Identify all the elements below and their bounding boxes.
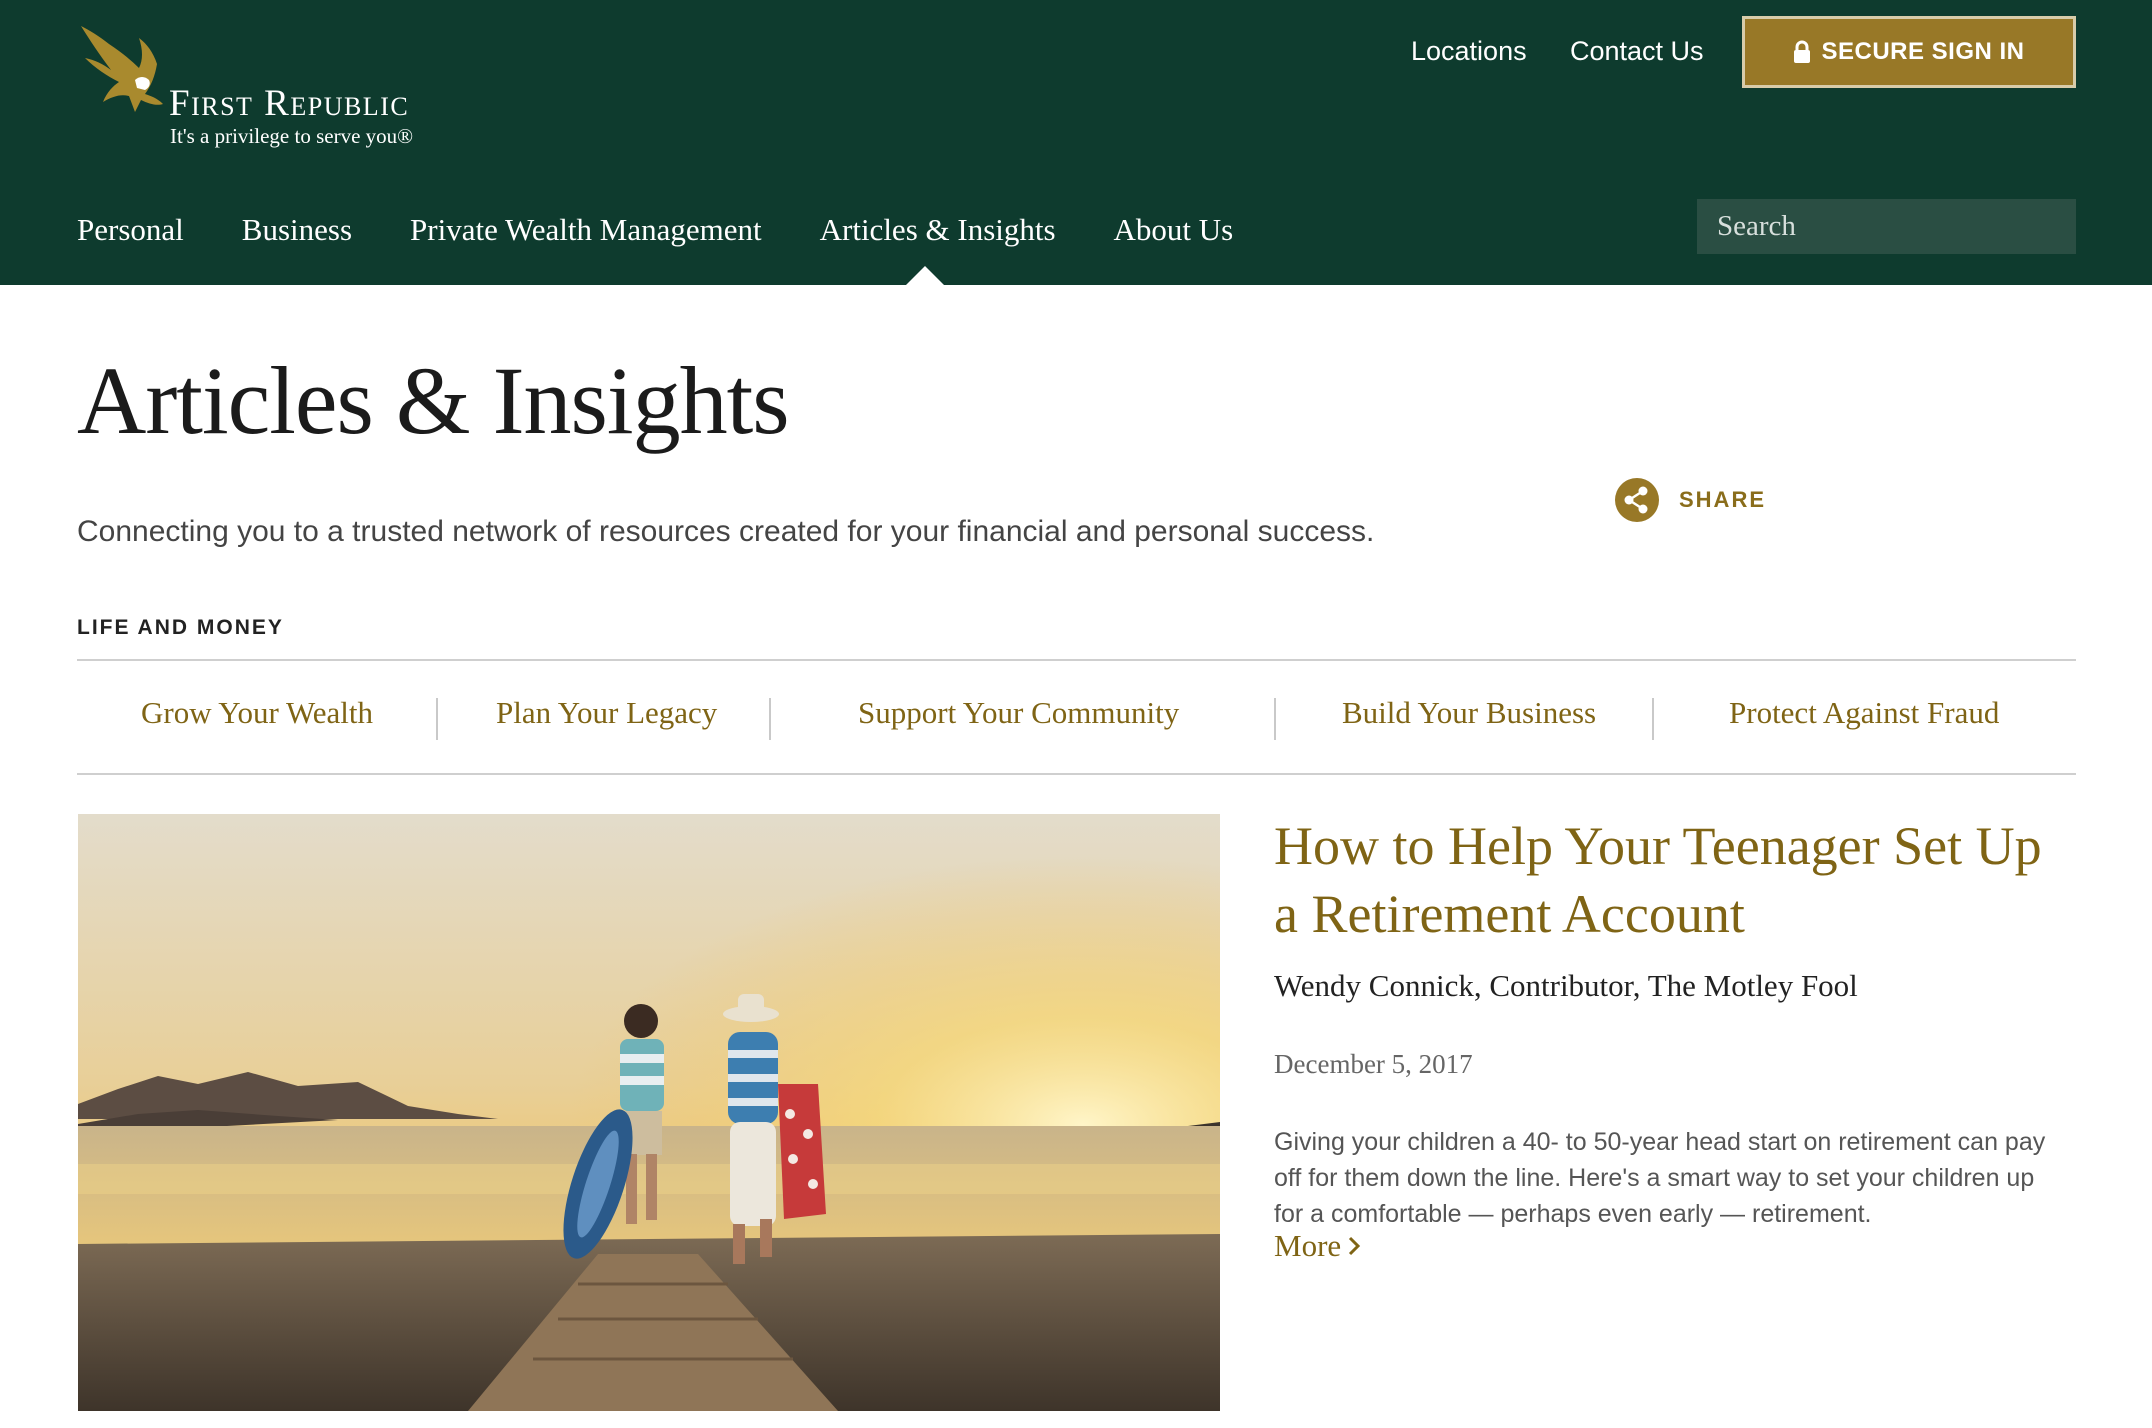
divider: [77, 659, 2076, 661]
lock-icon: [1794, 40, 1811, 63]
divider: [77, 773, 2076, 775]
featured-article-summary: Giving your children a 40- to 50-year he…: [1274, 1128, 2046, 1228]
eagle-logo-icon: [81, 26, 163, 112]
category-separator: [1274, 698, 1276, 740]
search-input[interactable]: [1697, 199, 2074, 254]
secure-sign-in-label: SECURE SIGN IN: [1821, 38, 2025, 65]
page-title: Articles & Insights: [77, 347, 790, 454]
share-label: SHARE: [1679, 487, 1767, 512]
page-subtitle: Connecting you to a trusted network of r…: [77, 515, 1375, 548]
nav-item-about-us[interactable]: About Us: [1114, 210, 1234, 260]
nav-item-articles-insights[interactable]: Articles & Insights: [820, 210, 1056, 260]
category-link-support-your-community[interactable]: Support Your Community: [858, 695, 1179, 731]
featured-article-title[interactable]: How to Help Your Teenager Set Up a Retir…: [1274, 812, 2054, 948]
category-separator: [1652, 698, 1654, 740]
category-separator: [436, 698, 438, 740]
locations-link[interactable]: Locations: [1411, 36, 1527, 67]
category-separator: [769, 698, 771, 740]
contact-us-link[interactable]: Contact Us: [1570, 36, 1704, 67]
nav-item-business[interactable]: Business: [242, 210, 352, 260]
more-label: More: [1274, 1228, 1342, 1263]
featured-article-date: December 5, 2017: [1274, 1049, 1473, 1079]
site-header: First Republic It's a privilege to serve…: [0, 0, 2152, 285]
brand-tagline: It's a privilege to serve you®: [170, 124, 414, 148]
section-label: LIFE AND MONEY: [77, 616, 284, 639]
chevron-right-icon: [1349, 1236, 1361, 1256]
share-icon: [1615, 478, 1659, 522]
category-link-grow-your-wealth[interactable]: Grow Your Wealth: [141, 695, 373, 731]
category-link-plan-your-legacy[interactable]: Plan Your Legacy: [496, 695, 717, 731]
active-nav-indicator: [906, 266, 944, 285]
share-button[interactable]: SHARE: [1615, 478, 1766, 522]
brand-logo[interactable]: First Republic It's a privilege to serve…: [77, 24, 457, 154]
brand-name: First Republic: [169, 83, 410, 124]
category-link-protect-against-fraud[interactable]: Protect Against Fraud: [1729, 695, 1999, 731]
search-box: [1697, 199, 2076, 254]
featured-article-image[interactable]: [78, 814, 1220, 1411]
featured-article-author: Wendy Connick, Contributor, The Motley F…: [1274, 968, 1858, 1003]
secure-sign-in-button[interactable]: SECURE SIGN IN: [1742, 16, 2076, 88]
featured-article-more-link[interactable]: More: [1274, 1228, 1361, 1264]
main-nav: Personal Business Private Wealth Managem…: [77, 210, 1291, 260]
category-link-build-your-business[interactable]: Build Your Business: [1342, 695, 1596, 731]
nav-item-personal[interactable]: Personal: [77, 210, 184, 260]
nav-item-private-wealth-management[interactable]: Private Wealth Management: [410, 210, 762, 260]
